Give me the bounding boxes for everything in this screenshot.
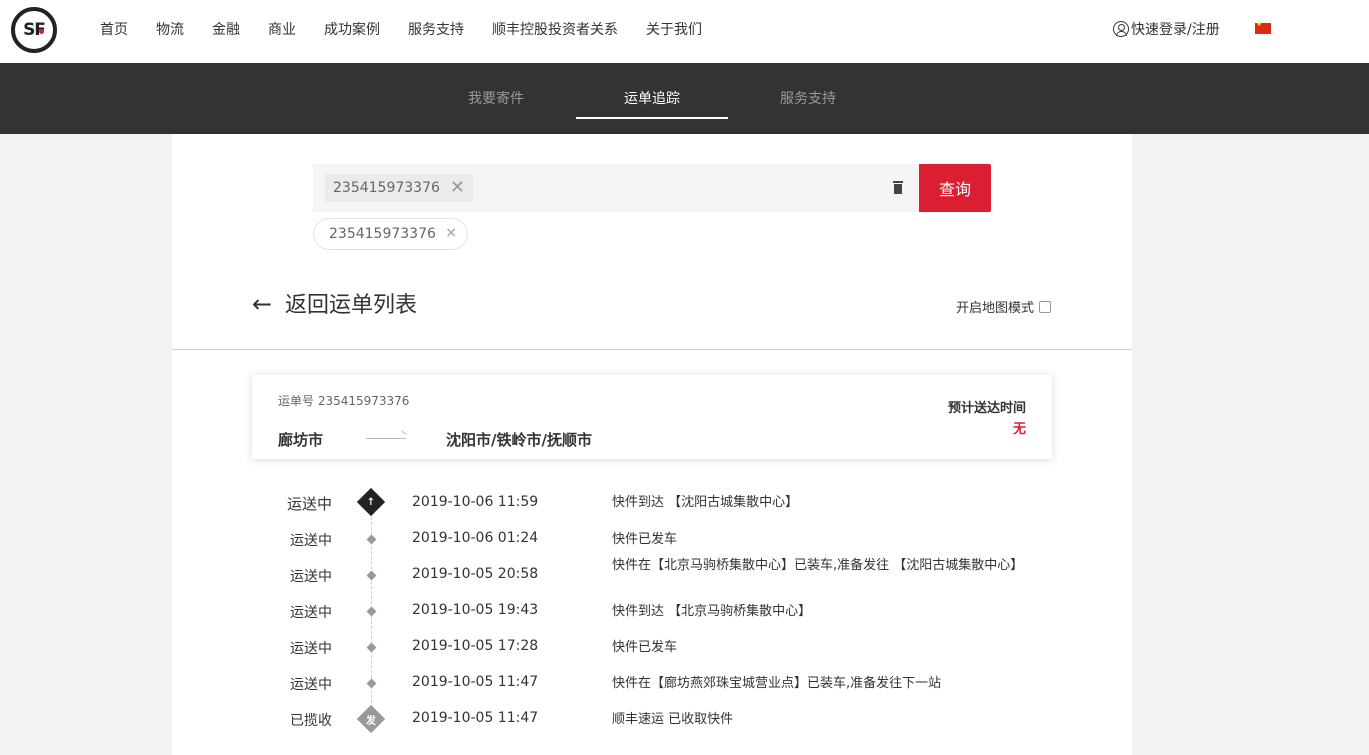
- tracking-panel: 235415973376 ✕ 查询 235415973376 × ← 返回运单列…: [172, 134, 1132, 755]
- timeline-dot-icon: [366, 678, 377, 689]
- nav-item-business[interactable]: 商业: [268, 19, 296, 39]
- timeline-status: 运送中: [290, 533, 332, 549]
- map-mode-label: 开启地图模式: [956, 301, 1035, 316]
- pickup-marker-icon: 发: [366, 715, 376, 727]
- chip-close-icon[interactable]: ✕: [450, 179, 465, 197]
- search-button[interactable]: 查询: [919, 164, 991, 212]
- nav-item-investor[interactable]: 顺丰控股投资者关系: [492, 19, 618, 39]
- destination-city: 沈阳市/铁岭市/抚顺市: [446, 431, 592, 449]
- origin-city: 廊坊市: [278, 431, 324, 449]
- sf-logo[interactable]: SF: [11, 7, 57, 53]
- timeline-desc: 快件已发车: [612, 532, 678, 547]
- timeline-status: 运送中: [286, 495, 332, 513]
- timeline-status: 已揽收: [290, 713, 332, 729]
- timeline-status: 运送中: [290, 605, 332, 621]
- timeline-dot-icon: [366, 606, 377, 617]
- timeline-dot-icon: [366, 534, 377, 545]
- timeline-time: 2019-10-05 17:28: [412, 638, 539, 654]
- timeline-status: 运送中: [290, 641, 332, 657]
- main-nav: 首页 物流 金融 商业 成功案例 服务支持 顺丰控股投资者关系 关于我们: [100, 0, 730, 58]
- waybill-chip: 235415973376 ✕: [325, 174, 473, 202]
- timeline-row: 运送中 2019-10-05 11:47 快件在【廊坊燕郊珠宝城营业点】已装车,…: [172, 674, 1132, 710]
- login-link[interactable]: 快速登录/注册: [1113, 19, 1220, 39]
- nav-item-cases[interactable]: 成功案例: [324, 19, 380, 39]
- eta-label: 预计送达时间: [947, 401, 1026, 416]
- history-chip[interactable]: 235415973376 ×: [313, 218, 468, 250]
- route-arrow-icon: [366, 438, 406, 439]
- top-header: SF 首页 物流 金融 商业 成功案例 服务支持 顺丰控股投资者关系 关于我们 …: [0, 0, 1369, 63]
- nav-item-finance[interactable]: 金融: [212, 19, 240, 39]
- timeline-status: 运送中: [290, 677, 332, 693]
- history-close-icon[interactable]: ×: [445, 225, 457, 241]
- timeline-desc: 快件在【北京马驹桥集散中心】已装车,准备发往 【沈阳古城集散中心】: [612, 558, 1024, 573]
- timeline-dot-icon: [366, 642, 377, 653]
- back-arrow-icon[interactable]: ←: [252, 290, 272, 318]
- timeline-row: 运送中 2019-10-05 19:43 快件到达 【北京马驹桥集散中心】: [172, 602, 1132, 638]
- map-mode-checkbox[interactable]: [1039, 300, 1052, 313]
- timeline-time: 2019-10-06 01:24: [412, 530, 539, 546]
- sub-nav: 我要寄件 运单追踪 服务支持: [0, 63, 1369, 134]
- tab-service[interactable]: 服务支持: [732, 63, 884, 119]
- timeline-time: 2019-10-05 11:47: [412, 674, 539, 690]
- timeline-time: 2019-10-06 11:59: [412, 494, 539, 510]
- map-mode-toggle[interactable]: 开启地图模式: [956, 297, 1052, 316]
- nav-item-support[interactable]: 服务支持: [408, 19, 464, 39]
- waybill-chip-text: 235415973376: [333, 180, 440, 196]
- china-flag-icon[interactable]: [1255, 20, 1271, 34]
- timeline-time: 2019-10-05 19:43: [412, 602, 539, 618]
- timeline-time: 2019-10-05 20:58: [412, 566, 539, 582]
- timeline-row: 运送中 2019-10-05 20:58 快件在【北京马驹桥集散中心】已装车,准…: [172, 558, 1132, 602]
- timeline-desc: 顺丰速运 已收取快件: [612, 712, 734, 727]
- history-chip-text: 235415973376: [329, 226, 436, 242]
- timeline-dot-icon: [366, 570, 377, 581]
- timeline-row: 运送中 2019-10-05 17:28 快件已发车: [172, 638, 1132, 674]
- waybill-card: 运单号 235415973376 廊坊市 沈阳市/铁岭市/抚顺市 预计送达时间 …: [252, 375, 1052, 459]
- up-arrow-icon: ↑: [366, 496, 376, 508]
- timeline-time: 2019-10-05 11:47: [412, 710, 539, 726]
- waybill-number: 运单号 235415973376: [278, 394, 410, 408]
- divider: [172, 349, 1132, 350]
- timeline-desc: 快件在【廊坊燕郊珠宝城营业点】已装车,准备发往下一站: [612, 676, 942, 691]
- login-label: 快速登录/注册: [1131, 22, 1220, 38]
- user-icon: [1113, 21, 1129, 37]
- nav-item-about[interactable]: 关于我们: [646, 19, 702, 39]
- timeline-row: 已揽收 发 2019-10-05 11:47 顺丰速运 已收取快件: [172, 704, 1132, 746]
- timeline-desc: 快件到达 【北京马驹桥集散中心】: [612, 604, 812, 619]
- timeline-row: 运送中 ↑ 2019-10-06 11:59 快件到达 【沈阳古城集散中心】: [172, 487, 1132, 529]
- nav-item-home[interactable]: 首页: [100, 19, 128, 39]
- back-to-list-link[interactable]: 返回运单列表: [285, 287, 417, 319]
- search-input[interactable]: 235415973376 ✕: [313, 164, 919, 212]
- tab-send[interactable]: 我要寄件: [420, 63, 572, 119]
- tab-tracking[interactable]: 运单追踪: [576, 63, 728, 119]
- nav-item-logistics[interactable]: 物流: [156, 19, 184, 39]
- logo-dot: [39, 29, 44, 34]
- trash-icon[interactable]: [893, 181, 903, 194]
- timeline-desc: 快件已发车: [612, 640, 678, 655]
- timeline-status: 运送中: [290, 569, 332, 585]
- eta-value: 无: [1012, 422, 1026, 437]
- timeline-desc: 快件到达 【沈阳古城集散中心】: [612, 495, 799, 510]
